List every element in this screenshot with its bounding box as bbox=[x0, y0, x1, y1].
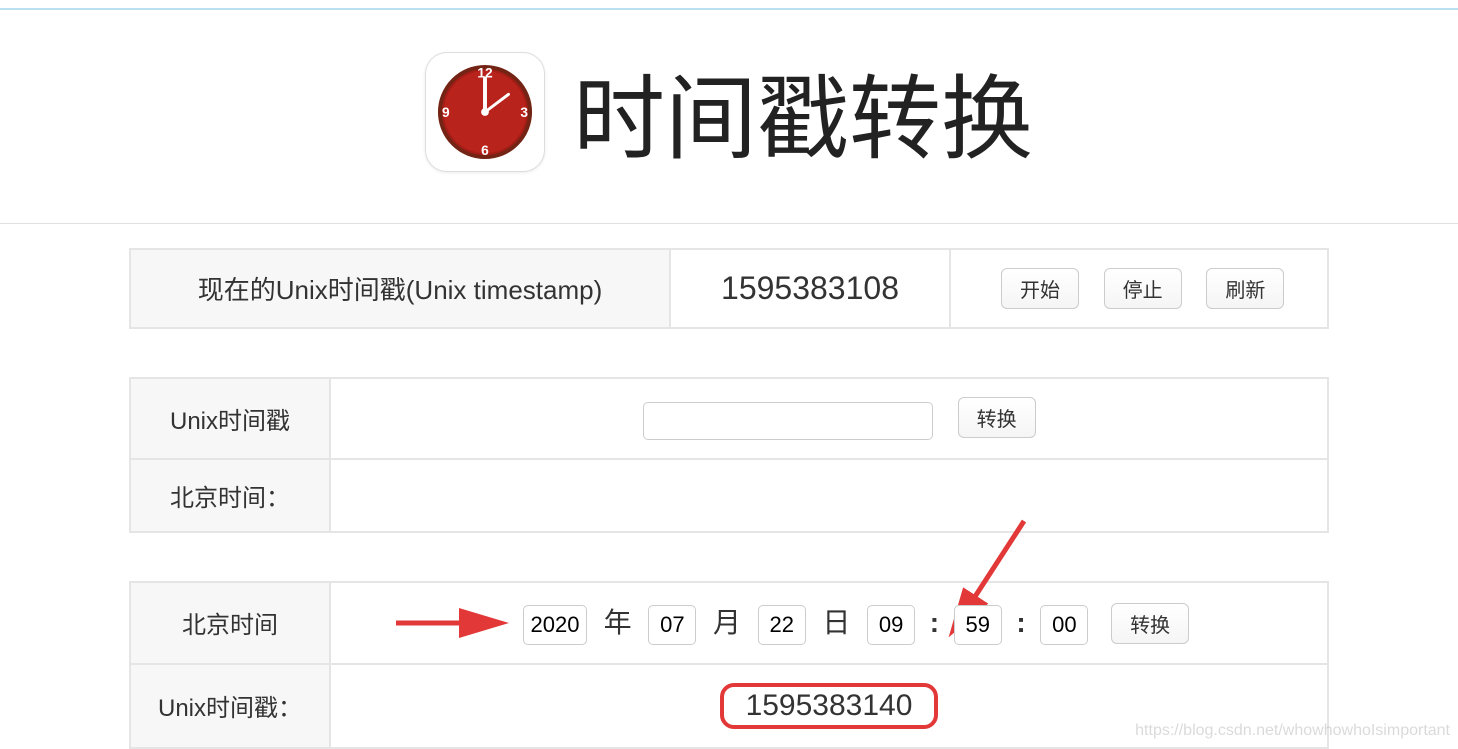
svg-text:9: 9 bbox=[442, 104, 450, 119]
watermark: https://blog.csdn.net/whowhowhoIsimporta… bbox=[1135, 722, 1450, 740]
svg-text:6: 6 bbox=[481, 143, 489, 158]
refresh-button[interactable]: 刷新 bbox=[1206, 268, 1284, 309]
current-timestamp-table: 现在的Unix时间戳(Unix timestamp) 1595383108 开始… bbox=[129, 248, 1329, 329]
date-convert-button[interactable]: 转换 bbox=[1111, 603, 1189, 644]
ts-to-date-result-label: 北京时间： bbox=[130, 459, 330, 532]
current-ts-buttons: 开始 停止 刷新 bbox=[950, 249, 1328, 328]
time-colon-1: : bbox=[930, 607, 939, 638]
header-divider bbox=[0, 223, 1458, 224]
annotation-arrow-1 bbox=[391, 603, 511, 643]
ts-to-date-input-cell: 转换 bbox=[330, 378, 1328, 459]
ts-to-date-label: Unix时间戳 bbox=[130, 378, 330, 459]
page-title: 时间戳转换 bbox=[573, 45, 1033, 178]
current-ts-value: 1595383108 bbox=[670, 249, 950, 328]
day-input[interactable] bbox=[758, 605, 806, 645]
month-input[interactable] bbox=[648, 605, 696, 645]
date-to-ts-result-label: Unix时间戳： bbox=[130, 664, 330, 748]
page-header: 12 3 6 9 时间戳转换 bbox=[0, 10, 1458, 223]
current-ts-label: 现在的Unix时间戳(Unix timestamp) bbox=[130, 249, 670, 328]
stop-button[interactable]: 停止 bbox=[1104, 268, 1182, 309]
clock-icon: 12 3 6 9 bbox=[425, 52, 545, 172]
main-content: 现在的Unix时间戳(Unix timestamp) 1595383108 开始… bbox=[129, 248, 1329, 749]
date-input-cell: 年 月 日 : : 转换 bbox=[330, 582, 1328, 664]
day-unit: 日 bbox=[822, 607, 850, 638]
minute-input[interactable] bbox=[954, 605, 1002, 645]
svg-text:3: 3 bbox=[520, 104, 528, 119]
ts-input[interactable] bbox=[643, 402, 933, 440]
start-button[interactable]: 开始 bbox=[1001, 268, 1079, 309]
year-input[interactable] bbox=[523, 605, 587, 645]
ts-to-date-result-cell bbox=[330, 459, 1328, 532]
date-to-ts-result-value: 1595383140 bbox=[720, 683, 939, 729]
time-colon-2: : bbox=[1016, 607, 1025, 638]
ts-to-date-table: Unix时间戳 转换 北京时间： bbox=[129, 377, 1329, 533]
date-to-ts-label: 北京时间 bbox=[130, 582, 330, 664]
year-unit: 年 bbox=[604, 607, 632, 638]
hour-input[interactable] bbox=[867, 605, 915, 645]
ts-convert-button[interactable]: 转换 bbox=[958, 397, 1036, 438]
second-input[interactable] bbox=[1040, 605, 1088, 645]
top-bar bbox=[0, 0, 1458, 10]
month-unit: 月 bbox=[713, 607, 741, 638]
